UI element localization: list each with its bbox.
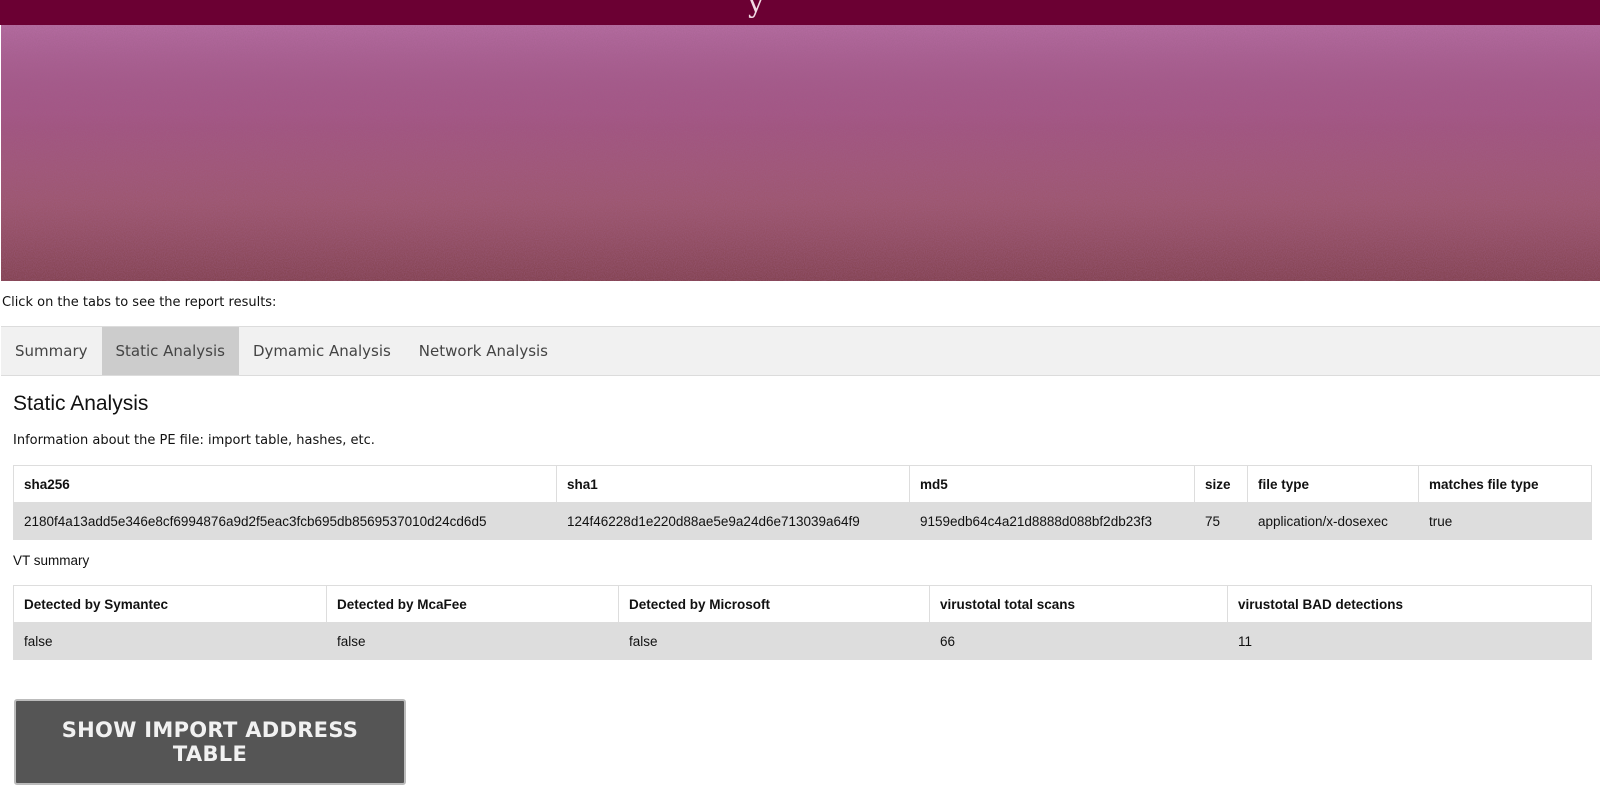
section-title: Static Analysis	[13, 392, 149, 415]
vt-summary-table: Detected by Symantec Detected by McaFee …	[13, 585, 1592, 660]
pe-hashes-table: sha256 sha1 md5 size file type matches f…	[13, 465, 1592, 540]
file-type-value: application/x-dosexec	[1247, 502, 1419, 540]
column-header-file-type: file type	[1247, 465, 1419, 503]
column-header-bad-detections: virustotal BAD detections	[1227, 585, 1592, 623]
show-import-address-table-button[interactable]: SHOW IMPORT ADDRESS TABLE	[14, 699, 406, 785]
column-header-total-scans: virustotal total scans	[929, 585, 1228, 623]
column-header-size: size	[1194, 465, 1248, 503]
table-row: false false false 66 11	[13, 622, 1592, 660]
vt-summary-label: VT summary	[13, 553, 90, 568]
total-scans-value: 66	[929, 622, 1228, 660]
table-header-row: Detected by Symantec Detected by McaFee …	[13, 585, 1592, 623]
symantec-value: false	[13, 622, 327, 660]
sha1-value: 124f46228d1e220d88ae5e9a24d6e713039a64f9	[556, 502, 910, 540]
intro-text: Click on the tabs to see the report resu…	[2, 295, 277, 310]
sha256-value: 2180f4a13add5e346e8cf6994876a9d2f5eac3fc…	[13, 502, 557, 540]
table-header-row: sha256 sha1 md5 size file type matches f…	[13, 465, 1592, 503]
tab-network-analysis[interactable]: Network Analysis	[405, 327, 562, 375]
sand-texture-image	[1, 25, 1600, 281]
mcafee-value: false	[326, 622, 619, 660]
matches-file-type-value: true	[1418, 502, 1592, 540]
column-header-sha1: sha1	[556, 465, 910, 503]
tab-summary[interactable]: Summary	[1, 327, 102, 375]
column-header-sha256: sha256	[13, 465, 557, 503]
section-description: Information about the PE file: import ta…	[13, 433, 375, 448]
column-header-md5: md5	[909, 465, 1195, 503]
microsoft-value: false	[618, 622, 930, 660]
tab-bar: Summary Static Analysis Dymamic Analysis…	[1, 326, 1600, 376]
bad-detections-value: 11	[1227, 622, 1592, 660]
hero-banner-image	[1, 25, 1600, 281]
md5-value: 9159edb64c4a21d8888d088bf2db23f3	[909, 502, 1195, 540]
size-value: 75	[1194, 502, 1248, 540]
header-title-fragment: y	[748, 0, 764, 19]
header-bar: y	[0, 0, 1600, 25]
column-header-matches-file-type: matches file type	[1418, 465, 1592, 503]
table-row: 2180f4a13add5e346e8cf6994876a9d2f5eac3fc…	[13, 502, 1592, 540]
column-header-mcafee: Detected by McaFee	[326, 585, 619, 623]
column-header-microsoft: Detected by Microsoft	[618, 585, 930, 623]
tab-static-analysis[interactable]: Static Analysis	[101, 327, 239, 375]
tab-dynamic-analysis[interactable]: Dymamic Analysis	[239, 327, 405, 375]
column-header-symantec: Detected by Symantec	[13, 585, 327, 623]
